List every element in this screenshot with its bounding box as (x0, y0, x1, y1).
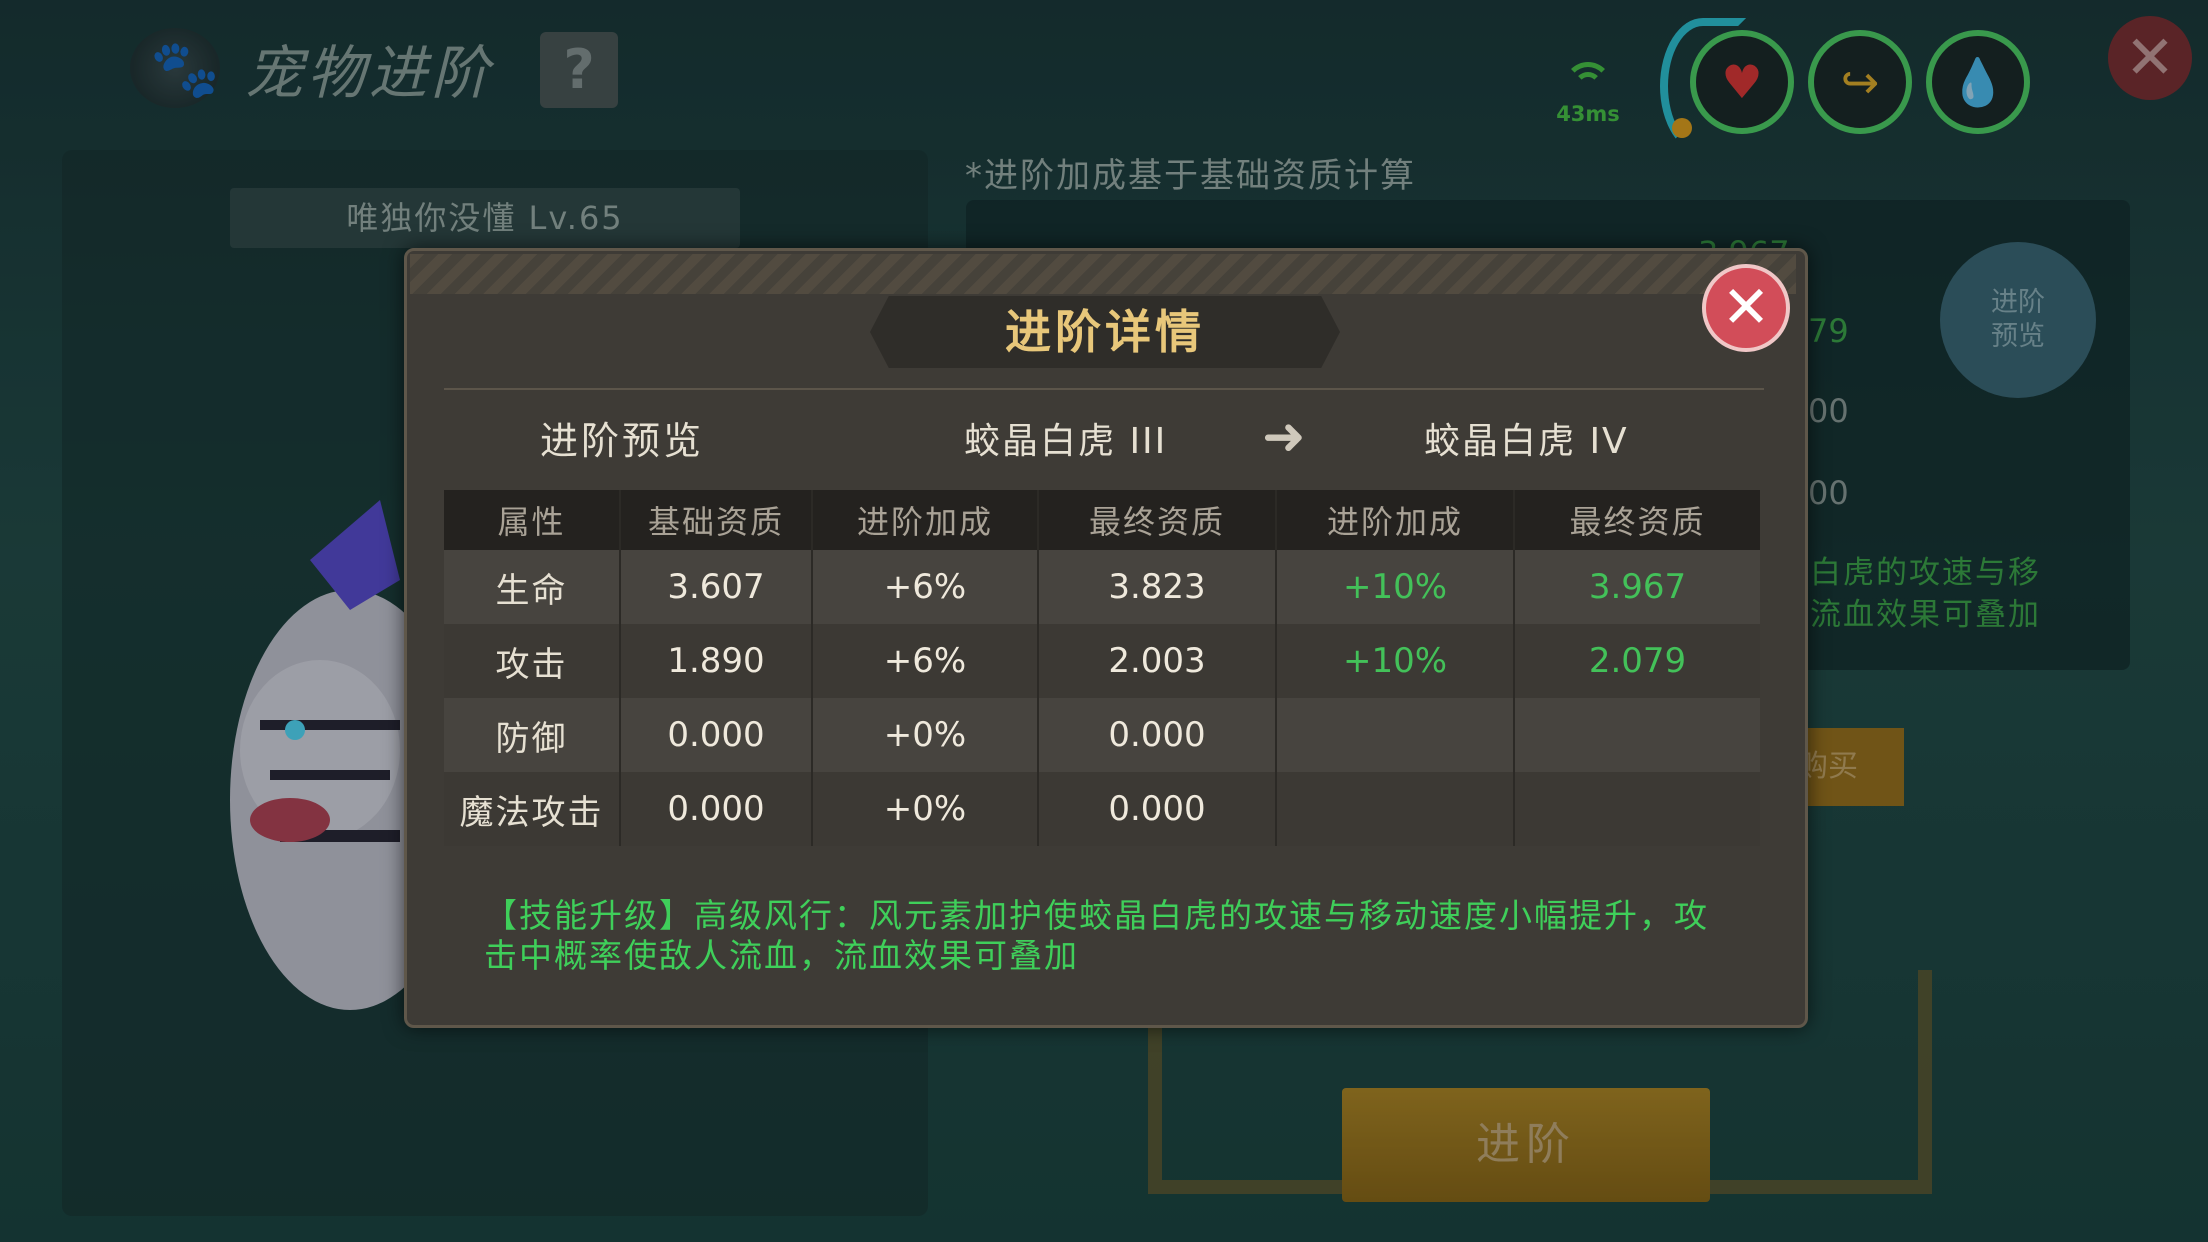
current-stage: 蛟晶白虎 III (964, 421, 1168, 462)
table-row: 魔法攻击 0.000 +0% 0.000 (444, 772, 1760, 846)
table-row: 攻击 1.890 +6% 2.003 +10% 2.079 (444, 624, 1760, 698)
stats-table: 属性 基础资质 进阶加成 最终资质 进阶加成 最终资质 生命 3.607 +6%… (444, 490, 1760, 846)
col-header: 最终资质 (1514, 490, 1760, 550)
col-header: 进阶加成 (812, 490, 1039, 550)
col-header: 基础资质 (620, 490, 813, 550)
next-bonus-value: +10% (1276, 624, 1515, 698)
arrow-right-icon: ➜ (1262, 407, 1306, 467)
next-final-value: 3.967 (1514, 550, 1760, 624)
bonus-value: +6% (812, 624, 1039, 698)
base-value: 0.000 (620, 698, 813, 772)
base-value: 3.607 (620, 550, 813, 624)
modal-close-button[interactable]: ✕ (1702, 264, 1790, 352)
bonus-value: +0% (812, 698, 1039, 772)
base-value: 0.000 (620, 772, 813, 846)
table-row: 防御 0.000 +0% 0.000 (444, 698, 1760, 772)
preview-label: 进阶预览 (540, 419, 705, 463)
next-final-value (1514, 698, 1760, 772)
attr-name: 攻击 (444, 624, 621, 698)
modal-title: 进阶详情 (1005, 305, 1205, 359)
final-value: 2.003 (1038, 624, 1277, 698)
next-bonus-value (1276, 772, 1515, 846)
col-header: 进阶加成 (1276, 490, 1515, 550)
base-value: 1.890 (620, 624, 813, 698)
table-header-row: 属性 基础资质 进阶加成 最终资质 进阶加成 最终资质 (444, 490, 1760, 550)
final-value: 3.823 (1038, 550, 1277, 624)
attr-name: 防御 (444, 698, 621, 772)
next-final-value (1514, 772, 1760, 846)
divider (444, 388, 1764, 390)
skill-upgrade-text: 【技能升级】高级风行：风元素加护使蛟晶白虎的攻速与移动速度小幅提升，攻击中概率使… (484, 896, 1709, 975)
attr-name: 生命 (444, 550, 621, 624)
bonus-value: +0% (812, 772, 1039, 846)
next-stage: 蛟晶白虎 IV (1424, 421, 1629, 462)
col-header: 最终资质 (1038, 490, 1277, 550)
attr-name: 魔法攻击 (444, 772, 621, 846)
table-row: 生命 3.607 +6% 3.823 +10% 3.967 (444, 550, 1760, 624)
next-final-value: 2.079 (1514, 624, 1760, 698)
col-header: 属性 (444, 490, 621, 550)
final-value: 0.000 (1038, 772, 1277, 846)
next-bonus-value (1276, 698, 1515, 772)
bonus-value: +6% (812, 550, 1039, 624)
next-bonus-value: +10% (1276, 550, 1515, 624)
modal-top-ornament (410, 254, 1796, 294)
final-value: 0.000 (1038, 698, 1277, 772)
